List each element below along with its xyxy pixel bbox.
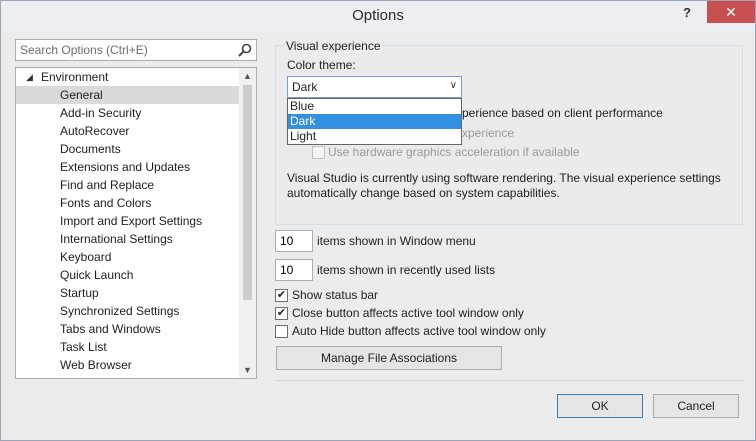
tree-scrollbar[interactable]: ▲ ▼ — [239, 68, 256, 378]
window-menu-count-input[interactable] — [280, 231, 310, 251]
mru-count-input[interactable] — [280, 260, 310, 280]
tree-item[interactable]: Find and Replace — [16, 176, 240, 194]
color-theme-label: Color theme: — [287, 58, 356, 72]
tree-category-label: Environment — [41, 70, 109, 84]
color-theme-dropdown[interactable]: Blue Dark Light — [287, 98, 462, 145]
options-tree[interactable]: ◢ Environment General Add-in Security Auto… — [15, 67, 257, 379]
tree-item-label: International Settings — [60, 232, 173, 246]
scroll-down-icon[interactable]: ▼ — [239, 362, 256, 378]
tree-item-label: Tabs and Windows — [60, 322, 161, 336]
tree-item[interactable]: General — [16, 86, 240, 104]
tree-item-label: Web Browser — [60, 358, 132, 372]
dialog-title: Options — [352, 7, 404, 24]
tree-item[interactable]: Add-in Security — [16, 104, 240, 122]
color-theme-combo[interactable]: Dark ∨ — [287, 76, 462, 98]
tree-item-label: Find and Replace — [60, 178, 155, 192]
color-theme-value: Dark — [292, 80, 318, 94]
tree-item-label: AutoRecover — [60, 124, 130, 138]
tree-item-label: Task List — [60, 340, 107, 354]
tree-category-label: Projects and Solutions — [41, 376, 160, 378]
tree-item-label: Synchronized Settings — [60, 304, 180, 318]
theme-option-blue[interactable]: Blue — [288, 99, 461, 114]
scroll-thumb[interactable] — [243, 85, 252, 300]
tree-item[interactable]: Synchronized Settings — [16, 302, 240, 320]
search-box[interactable] — [15, 39, 257, 61]
scroll-up-icon[interactable]: ▲ — [239, 68, 256, 84]
close-button-checkbox[interactable]: ✔ — [275, 307, 288, 320]
theme-option-light[interactable]: Light — [288, 129, 461, 144]
tree-category-projects[interactable]: Projects and Solutions — [16, 374, 240, 378]
auto-hide-label: Auto Hide button affects active tool win… — [292, 324, 546, 338]
tree-item[interactable]: Task List — [16, 338, 240, 356]
search-icon[interactable] — [237, 42, 253, 58]
tree-item[interactable]: Extensions and Updates — [16, 158, 240, 176]
ok-button[interactable]: OK — [557, 394, 643, 418]
options-dialog: Options ? ✕ ◢ Environment General Add-in … — [0, 0, 756, 441]
mru-label: items shown in recently used lists — [317, 263, 496, 277]
show-status-bar-checkbox[interactable]: ✔ — [275, 289, 288, 302]
close-button[interactable]: ✕ — [707, 1, 755, 23]
tree-item[interactable]: Tabs and Windows — [16, 320, 240, 338]
tree-item-label: Documents — [60, 142, 121, 156]
rendering-info-text: Visual Studio is currently using softwar… — [287, 171, 721, 200]
tree-item-label: Startup — [60, 286, 99, 300]
tree-item[interactable]: Quick Launch — [16, 266, 240, 284]
search-input[interactable] — [16, 40, 226, 60]
tree-item-label: Keyboard — [60, 250, 112, 264]
tree-item-label: Add-in Security — [60, 106, 142, 120]
tree-list: ◢ Environment General Add-in Security Auto… — [16, 68, 240, 378]
tree-item-label: Fonts and Colors — [60, 196, 152, 210]
mru-count-field[interactable] — [275, 259, 313, 281]
tree-item-label: General — [60, 88, 103, 102]
rich-client-label: xperience — [462, 126, 515, 140]
tree-category-environment[interactable]: ◢ Environment — [16, 68, 240, 86]
theme-option-dark[interactable]: Dark — [288, 114, 461, 129]
tree-item-label: Import and Export Settings — [60, 214, 203, 228]
tree-item[interactable]: AutoRecover — [16, 122, 240, 140]
tree-item[interactable]: Web Browser — [16, 356, 240, 374]
chevron-down-icon[interactable]: ∨ — [450, 80, 457, 91]
tree-item[interactable]: Startup — [16, 284, 240, 302]
tree-item[interactable]: International Settings — [16, 230, 240, 248]
manage-file-associations-button[interactable]: Manage File Associations — [276, 346, 502, 370]
auto-hide-checkbox[interactable] — [275, 325, 288, 338]
tree-item[interactable]: Import and Export Settings — [16, 212, 240, 230]
help-button[interactable]: ? — [679, 5, 695, 21]
tree-item-label: Extensions and Updates — [60, 160, 191, 174]
close-button-label: Close button affects active tool window … — [292, 306, 524, 320]
hw-accel-label: Use hardware graphics acceleration if av… — [328, 145, 580, 159]
tree-item[interactable]: Keyboard — [16, 248, 240, 266]
auto-adjust-label: perience based on client performance — [462, 106, 663, 120]
cancel-button[interactable]: Cancel — [653, 394, 739, 418]
tree-item-label: Quick Launch — [60, 268, 134, 282]
tree-item[interactable]: Documents — [16, 140, 240, 158]
expand-arrow-icon[interactable]: ◢ — [26, 68, 33, 86]
hw-accel-checkbox[interactable] — [312, 146, 325, 159]
visual-experience-title: Visual experience — [284, 39, 383, 53]
footer-divider — [275, 380, 745, 381]
show-status-bar-label: Show status bar — [292, 288, 379, 302]
title-bar: Options ? ✕ — [1, 1, 755, 31]
window-menu-count-field[interactable] — [275, 230, 313, 252]
window-menu-label: items shown in Window menu — [317, 234, 476, 248]
tree-item[interactable]: Fonts and Colors — [16, 194, 240, 212]
